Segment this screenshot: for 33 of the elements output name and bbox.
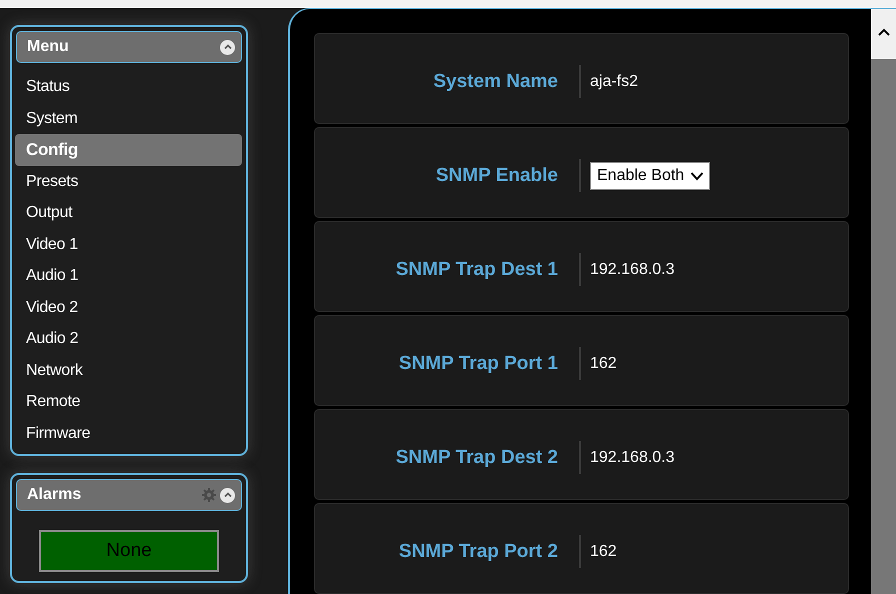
menu-item[interactable]: Firmware xyxy=(15,418,242,449)
scrollbar[interactable] xyxy=(871,9,896,594)
menu-item[interactable]: Remote xyxy=(15,386,242,418)
caret-down-icon[interactable] xyxy=(690,170,704,180)
menu-item[interactable]: Video 1 xyxy=(15,228,242,260)
menu-item[interactable]: Config xyxy=(15,134,242,166)
menu-item[interactable]: Video 2 xyxy=(15,292,242,323)
setting-label: SNMP Trap Dest 2 xyxy=(394,446,558,468)
select-dropdown[interactable]: Enable Both xyxy=(590,162,710,190)
menu-title: Menu xyxy=(27,38,70,56)
setting-label: SNMP Trap Port 1 xyxy=(398,352,558,374)
setting-value: 162 xyxy=(590,542,617,560)
setting-value: 192.168.0.3 xyxy=(590,448,675,466)
collapse-icon[interactable] xyxy=(220,488,235,502)
caret-up-icon[interactable] xyxy=(876,27,890,37)
alarms-title: Alarms xyxy=(27,486,82,504)
alarm-status: None xyxy=(39,530,219,572)
collapse-icon[interactable] xyxy=(220,40,235,54)
menu-item[interactable]: Status xyxy=(15,71,242,102)
menu-item[interactable]: Audio 1 xyxy=(15,260,242,292)
menu-item[interactable]: Presets xyxy=(15,166,242,197)
setting-label: SNMP Trap Port 2 xyxy=(398,540,558,562)
setting-label: SNMP Enable xyxy=(434,164,558,186)
setting-label: System Name xyxy=(432,70,558,92)
setting-value: aja-fs2 xyxy=(590,72,638,90)
setting-value: 192.168.0.3 xyxy=(590,260,675,278)
menu-item[interactable]: Network xyxy=(15,354,242,386)
setting-value: 162 xyxy=(590,354,617,372)
menu-item[interactable]: Output xyxy=(15,197,242,228)
menu-item[interactable]: System xyxy=(15,102,242,134)
menu-item[interactable]: Audio 2 xyxy=(15,323,242,354)
setting-label: SNMP Trap Dest 1 xyxy=(394,258,558,280)
scroll-up-button[interactable] xyxy=(871,9,896,59)
